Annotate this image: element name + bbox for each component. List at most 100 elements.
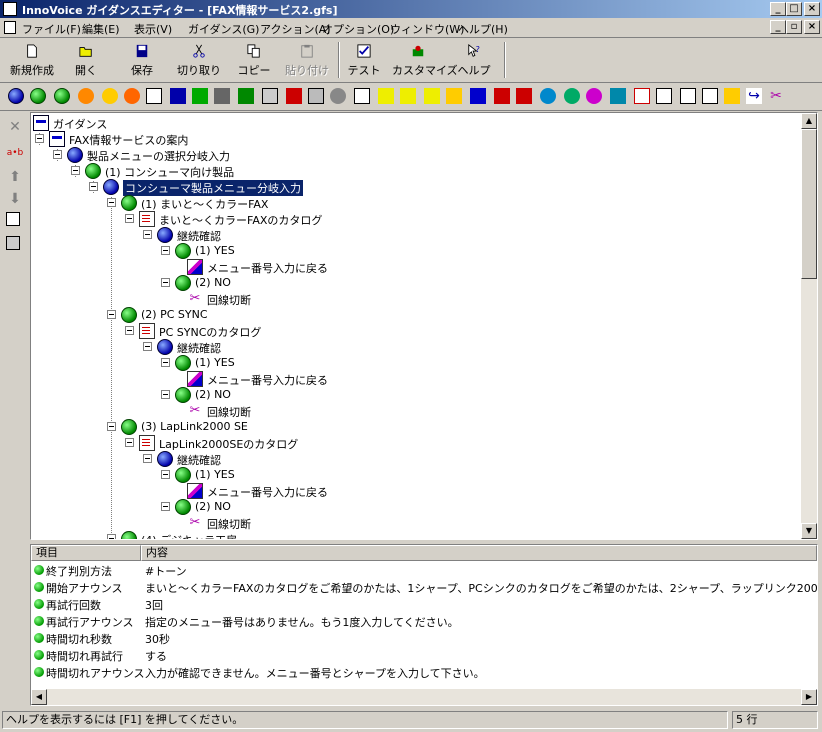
property-row[interactable]: 終了判別方法 #トーン	[31, 562, 815, 578]
guidance-tree[interactable]: ガイダンス FAX情報サービスの案内 製品メニューの選択分岐入力 (1) コンシ…	[30, 112, 818, 540]
fax-icon[interactable]	[470, 88, 486, 104]
collapse-toggle[interactable]	[143, 230, 152, 239]
property-row[interactable]: 時間切れアナウンス 入力が確認できません。メニュー番号とシャープを入力して下さい…	[31, 664, 815, 680]
collapse-toggle[interactable]	[161, 358, 170, 367]
branch-item-icon[interactable]	[30, 88, 46, 104]
collapse-toggle[interactable]	[161, 246, 170, 255]
column-header-value[interactable]: 内容	[141, 545, 817, 561]
child-close-button[interactable]: ×	[804, 20, 820, 34]
scroll-up-arrow-icon[interactable]: ▲	[801, 113, 817, 129]
collapse-toggle[interactable]	[125, 214, 134, 223]
copy-button[interactable]: コピー	[236, 42, 272, 78]
collapse-toggle[interactable]	[161, 502, 170, 511]
fax-receive-icon[interactable]	[516, 88, 532, 104]
scroll-right-arrow-icon[interactable]: ▶	[801, 689, 817, 705]
property-row[interactable]: 再試行回数 3回	[31, 596, 815, 612]
sheet-icon[interactable]	[680, 88, 696, 104]
sheet-icon[interactable]	[656, 88, 672, 104]
move-up-icon[interactable]: ⬆	[6, 168, 24, 186]
collapse-toggle[interactable]	[161, 390, 170, 399]
menu-help[interactable]: ヘルプ(H)	[458, 21, 508, 37]
branch-item-icon[interactable]	[54, 88, 70, 104]
open-button[interactable]: 開く	[66, 42, 106, 78]
property-horizontal-scrollbar[interactable]: ◀ ▶	[31, 689, 817, 705]
minimize-button[interactable]: _	[770, 2, 786, 16]
menu-window[interactable]: ウィンドウ(W)	[390, 21, 464, 37]
scroll-left-arrow-icon[interactable]: ◀	[31, 689, 47, 705]
customize-button[interactable]: カスタマイズ	[392, 42, 458, 78]
collapse-toggle[interactable]	[53, 150, 62, 159]
collapse-toggle[interactable]	[161, 278, 170, 287]
document-icon[interactable]	[4, 21, 16, 34]
collapse-toggle[interactable]	[161, 470, 170, 479]
properties-icon[interactable]	[6, 236, 20, 250]
help-button[interactable]: ? ヘルプ	[454, 42, 494, 78]
menu-guidance[interactable]: ガイダンス(G)	[188, 21, 259, 37]
database-icon[interactable]	[446, 88, 462, 104]
globe-icon[interactable]	[540, 88, 556, 104]
tool-icon[interactable]	[214, 88, 230, 104]
child-restore-button[interactable]: ▫	[786, 20, 802, 34]
menu-file[interactable]: ファイル(F)	[22, 21, 81, 37]
new-button[interactable]: 新規作成	[6, 42, 58, 78]
property-row[interactable]: 時間切れ秒数 30秒	[31, 630, 815, 646]
record-icon[interactable]	[124, 88, 140, 104]
paste-button[interactable]: 貼り付け	[282, 42, 332, 78]
collapse-toggle[interactable]	[71, 166, 80, 175]
document-node-icon[interactable]	[146, 88, 162, 104]
pen-icon[interactable]	[6, 212, 20, 226]
branch-input-icon[interactable]	[8, 88, 24, 104]
import-icon[interactable]	[286, 88, 302, 104]
menu-edit[interactable]: 編集(E)	[82, 21, 120, 37]
collapse-toggle[interactable]	[107, 310, 116, 319]
app-icon[interactable]	[3, 2, 17, 16]
folder-icon[interactable]	[424, 88, 440, 104]
collapse-toggle[interactable]	[107, 198, 116, 207]
monitor-icon[interactable]	[170, 88, 186, 104]
collapse-toggle[interactable]	[143, 342, 152, 351]
move-down-icon[interactable]: ⬇	[6, 190, 24, 208]
menu-action[interactable]: アクション(A)	[260, 21, 331, 37]
child-minimize-button[interactable]: _	[770, 20, 786, 34]
close-button[interactable]: ×	[804, 2, 820, 16]
hangup-icon[interactable]: ✂	[768, 88, 784, 104]
table-icon[interactable]	[238, 88, 254, 104]
sheet-icon[interactable]	[702, 88, 718, 104]
rename-icon[interactable]: a•b	[6, 144, 24, 162]
collapse-toggle[interactable]	[89, 182, 98, 191]
scroll-down-arrow-icon[interactable]: ▼	[801, 523, 817, 539]
collapse-toggle[interactable]	[143, 454, 152, 463]
volume-icon[interactable]	[192, 88, 208, 104]
delete-icon[interactable]: ✕	[6, 118, 24, 136]
collapse-toggle[interactable]	[125, 438, 134, 447]
folder-icon[interactable]	[400, 88, 416, 104]
property-row[interactable]: 再試行アナウンス 指定のメニュー番号はありません。もう1度入力してください。	[31, 613, 815, 629]
number-input-icon[interactable]	[354, 88, 370, 104]
column-header-item[interactable]: 項目	[31, 545, 141, 561]
collapse-toggle[interactable]	[35, 134, 44, 143]
globe-icon[interactable]	[586, 88, 602, 104]
return-icon[interactable]: ↪	[746, 88, 762, 104]
property-row[interactable]: 開始アナウンス まいと〜くカラーFAXのカタログをご希望のかたは、1シャープ、P…	[31, 579, 817, 595]
property-list[interactable]: 項目 内容 終了判別方法 #トーン 開始アナウンス まいと〜くカラーFAXのカタ…	[30, 544, 818, 706]
fax-send-icon[interactable]	[494, 88, 510, 104]
globe-icon[interactable]	[564, 88, 580, 104]
grid-icon[interactable]	[610, 88, 626, 104]
menu-option[interactable]: オプション(O)	[322, 21, 394, 37]
copy-node-icon[interactable]	[308, 88, 324, 104]
tree-vertical-scrollbar[interactable]: ▲ ▼	[801, 113, 817, 539]
collapse-toggle[interactable]	[107, 422, 116, 431]
menu-view[interactable]: 表示(V)	[134, 21, 172, 37]
collapse-toggle[interactable]	[125, 326, 134, 335]
report-icon[interactable]	[634, 88, 650, 104]
announce-icon[interactable]	[102, 88, 118, 104]
maximize-button[interactable]: □	[786, 2, 802, 16]
phone-icon[interactable]	[330, 88, 346, 104]
save-button[interactable]: 保存	[122, 42, 162, 78]
cut-button[interactable]: 切り取り	[176, 42, 222, 78]
test-button[interactable]: テスト	[346, 42, 382, 78]
list-icon[interactable]	[262, 88, 278, 104]
folder-icon[interactable]	[378, 88, 394, 104]
note-icon[interactable]	[724, 88, 740, 104]
speaker-icon[interactable]	[78, 88, 94, 104]
